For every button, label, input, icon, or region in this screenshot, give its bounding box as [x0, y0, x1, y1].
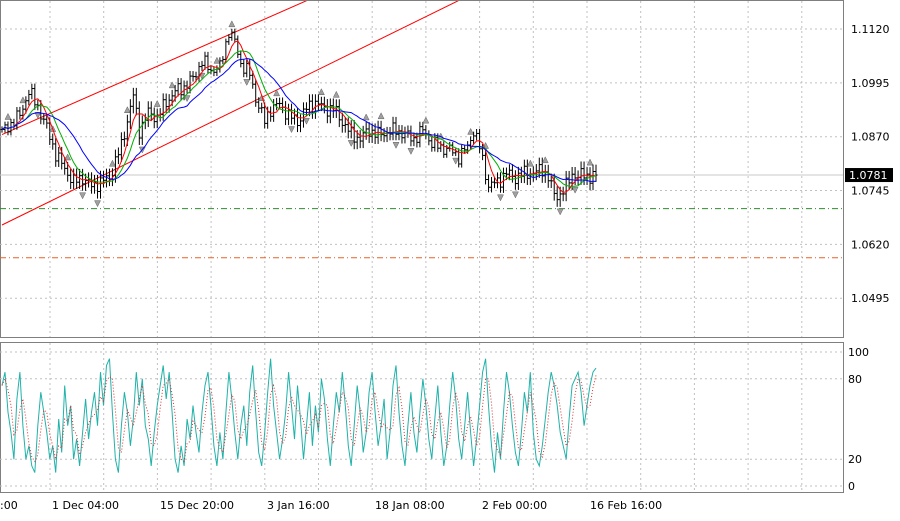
time-tick-label: 2 Feb 00:00	[482, 499, 547, 512]
price-tick-label: 1.0745	[851, 185, 890, 198]
indicator-axis: 100 80 20 0	[848, 346, 869, 493]
price-tick-label: 1.1120	[851, 23, 890, 36]
indicator-tick-label: 0	[848, 480, 855, 493]
current-price-label: 1.0781	[849, 169, 888, 182]
price-tick-label: 1.0870	[851, 131, 890, 144]
time-tick-label: 3 Jan 16:00	[267, 499, 330, 512]
time-axis: :00 1 Dec 04:00 15 Dec 20:00 3 Jan 16:00…	[0, 499, 662, 512]
price-axis: 1.1120 1.0995 1.0870 1.0745 1.0620 1.049…	[851, 23, 890, 305]
price-tick-label: 1.0995	[851, 77, 890, 90]
indicator-tick-label: 100	[848, 346, 869, 359]
price-tick-label: 1.0495	[851, 292, 890, 305]
chart-root: 1.1120 1.0995 1.0870 1.0745 1.0620 1.049…	[0, 0, 893, 512]
time-tick-label: :00	[0, 499, 18, 512]
indicator-tick-label: 20	[848, 453, 862, 466]
time-tick-label: 18 Jan 08:00	[375, 499, 445, 512]
current-price-tag: 1.0781	[845, 168, 893, 183]
indicator-panel-frame	[0, 342, 844, 493]
main-panel-frame	[0, 0, 844, 338]
time-tick-label: 1 Dec 04:00	[52, 499, 119, 512]
indicator-tick-label: 80	[848, 373, 862, 386]
price-tick-label: 1.0620	[851, 238, 890, 251]
time-tick-label: 16 Feb 16:00	[590, 499, 662, 512]
time-tick-label: 15 Dec 20:00	[160, 499, 234, 512]
